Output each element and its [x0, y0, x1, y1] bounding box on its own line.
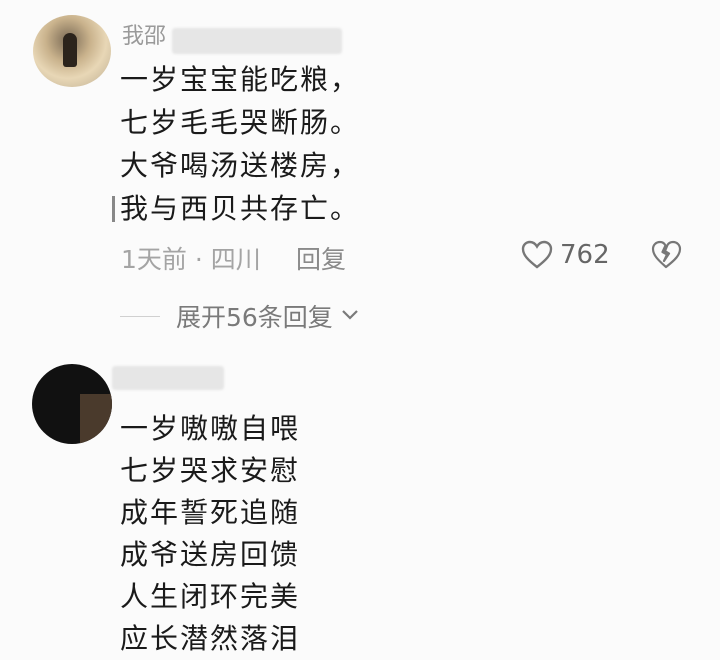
username[interactable]: 我邵 [122, 24, 166, 50]
comment-line: 一岁嗷嗷自喂 [120, 412, 301, 445]
username-redacted [112, 366, 224, 390]
comment-line: 我与西贝共存亡。 [120, 192, 361, 225]
avatar-figure [63, 33, 77, 67]
comment-line: 七岁毛毛哭断肠。 [120, 106, 361, 139]
avatar[interactable] [32, 364, 112, 444]
comment-line: 大爷喝汤送楼房， [120, 149, 361, 182]
divider-line [120, 315, 160, 317]
comment-line: 一岁宝宝能吃粮， [120, 63, 361, 96]
dislike-icon[interactable] [650, 238, 682, 272]
comment-line: 成年誓死追随 [120, 496, 301, 529]
avatar[interactable] [33, 15, 111, 87]
reply-button[interactable]: 回复 [296, 240, 346, 276]
text-cursor [112, 196, 115, 222]
comment-line: 应长潜然落泪 [120, 622, 301, 655]
comment-text: 一岁宝宝能吃粮， 七岁毛毛哭断肠。 大爷喝汤送楼房， 我与西贝共存亡。 [120, 58, 360, 230]
comment-meta: 1天前 · 四川 [121, 245, 261, 274]
comment-text: 一岁嗷嗷自喂 七岁哭求安慰 成年誓死追随 成爷送房回馈 人生闭环完美 应长潜然落… [120, 408, 300, 660]
username-redacted [172, 28, 342, 54]
chevron-down-icon [339, 302, 361, 331]
comment-line: 七岁哭求安慰 [120, 454, 301, 487]
like-icon[interactable] [520, 238, 554, 272]
expand-replies-label: 展开56条回复 [176, 303, 333, 332]
comment-line: 成爷送房回馈 [120, 538, 301, 571]
like-count: 762 [560, 240, 610, 270]
avatar-figure [80, 394, 112, 444]
comment-line: 人生闭环完美 [120, 580, 301, 613]
expand-replies-button[interactable]: 展开56条回复 [120, 298, 361, 334]
